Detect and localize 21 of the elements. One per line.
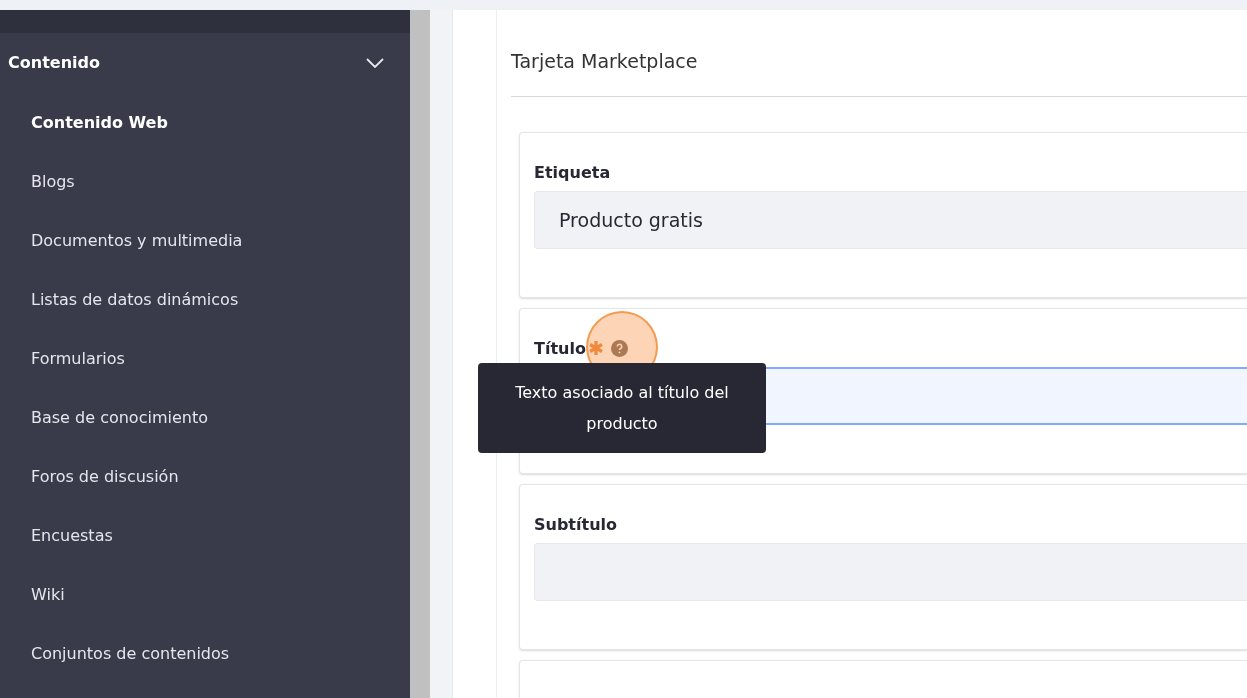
sidebar-item[interactable]: Contenido Web	[0, 93, 410, 152]
panel-title: Tarjeta Marketplace	[511, 49, 699, 74]
sidebar-item[interactable]: Listas de datos dinámicos	[0, 270, 410, 329]
required-asterisk-icon	[587, 340, 604, 356]
field-label: Subtítulo	[534, 514, 617, 534]
field-label: Título	[534, 338, 586, 358]
sidebar-item[interactable]: Wiki	[0, 565, 410, 624]
sidebar-item[interactable]: Foros de discusión	[0, 447, 410, 506]
sidebar-item[interactable]: Documentos y multimedia	[0, 211, 410, 270]
sidebar-item[interactable]: Encuestas	[0, 506, 410, 565]
help-icon[interactable]	[610, 339, 628, 357]
sidebar-item[interactable]: Conjuntos de contenidos	[0, 624, 410, 683]
text-input-field[interactable]: Producto gratis	[534, 191, 1247, 249]
sidebar-section-header[interactable]: Contenido	[0, 32, 410, 93]
sidebar-item[interactable]: Base de conocimiento	[0, 388, 410, 447]
sidebar-item[interactable]: Blogs	[0, 152, 410, 211]
scrollbar[interactable]	[410, 10, 430, 698]
tooltip: Texto asociado al título del producto	[478, 363, 766, 453]
sidebar-item[interactable]: Formularios	[0, 329, 410, 388]
field-label: Etiqueta	[534, 162, 611, 182]
chevron-icon	[366, 57, 384, 68]
